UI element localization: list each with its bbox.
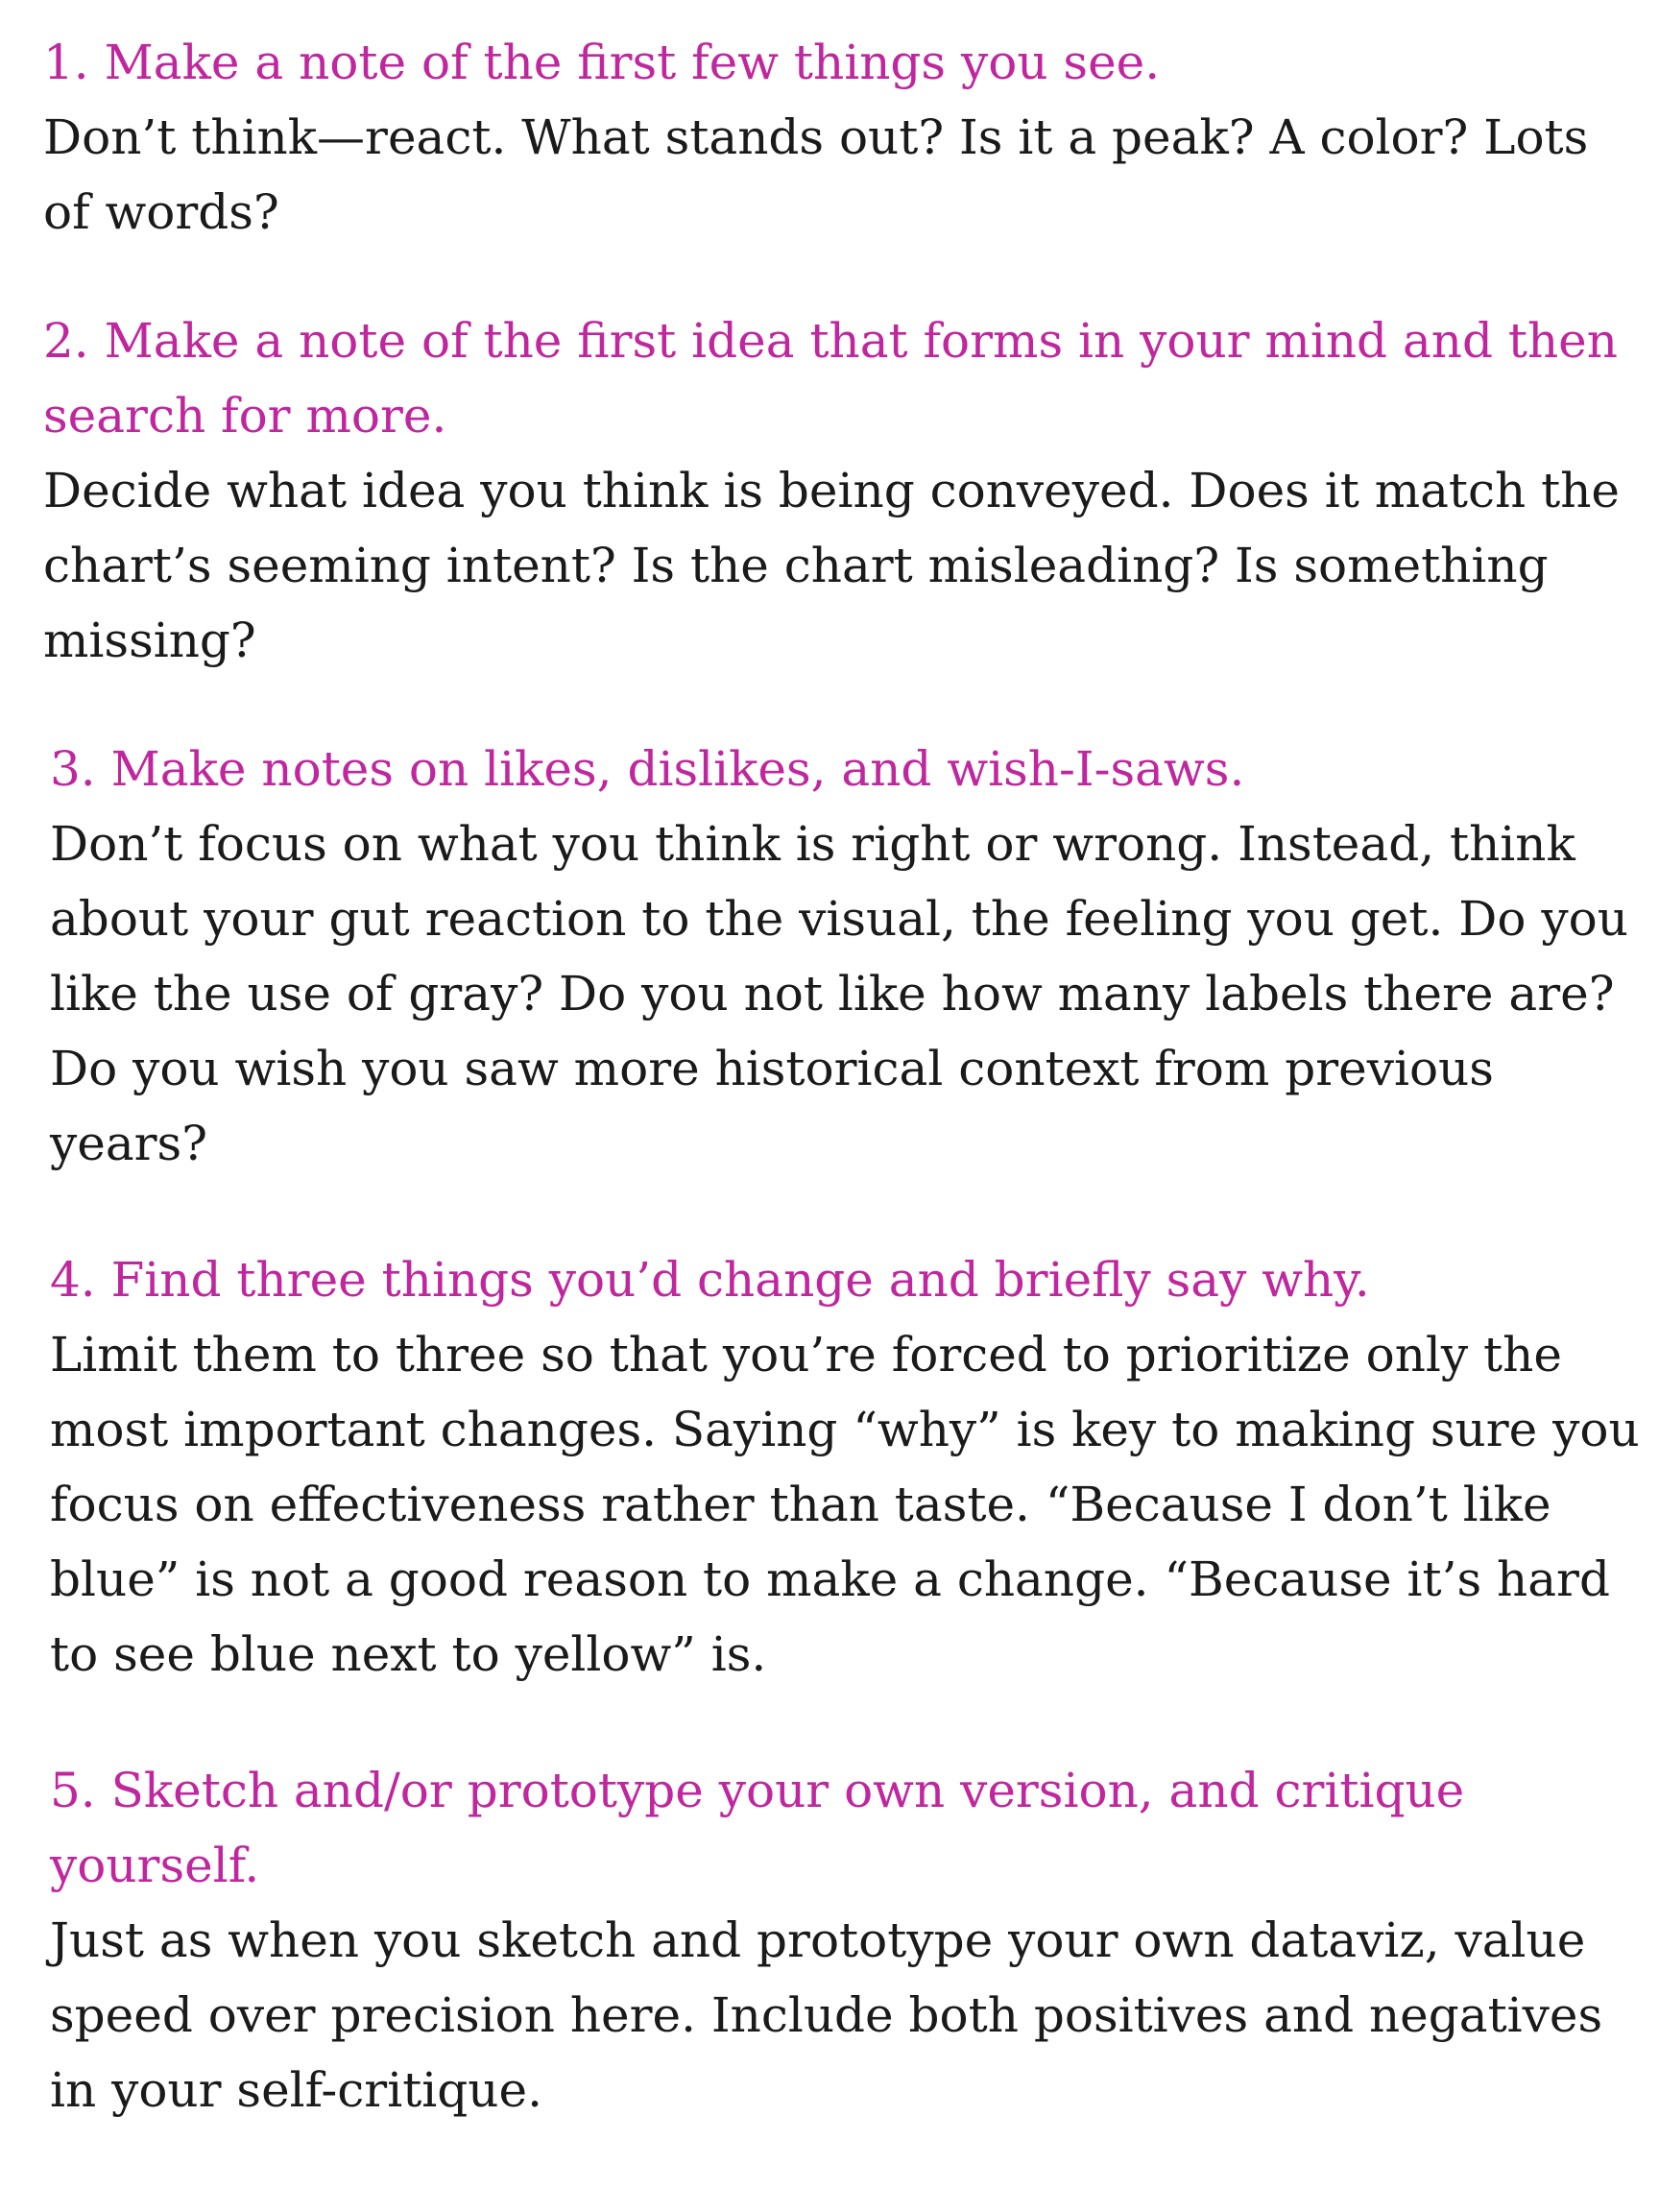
critique-steps-page: 1. Make a note of the first few things y… bbox=[0, 0, 1659, 2212]
step-3-heading: 3. Make notes on likes, dislikes, and wi… bbox=[50, 741, 1245, 797]
step-3-body: Don’t focus on what you think is right o… bbox=[50, 816, 1628, 1171]
step-4: 4. Find three things you’d change and br… bbox=[50, 1242, 1640, 1692]
step-2: 2. Make a note of the first idea that fo… bbox=[43, 303, 1620, 678]
step-5-heading: 5. Sketch and/or prototype your own vers… bbox=[50, 1763, 1465, 1893]
step-1: 1. Make a note of the first few things y… bbox=[43, 25, 1588, 250]
step-2-heading: 2. Make a note of the first idea that fo… bbox=[43, 313, 1618, 444]
step-5-body: Just as when you sketch and prototype yo… bbox=[50, 1912, 1603, 2118]
step-1-body: Don’t think—react. What stands out? Is i… bbox=[43, 109, 1589, 240]
step-5: 5. Sketch and/or prototype your own vers… bbox=[50, 1753, 1602, 2128]
step-4-body: Limit them to three so that you’re force… bbox=[50, 1327, 1640, 1682]
step-3: 3. Make notes on likes, dislikes, and wi… bbox=[50, 732, 1628, 1181]
step-1-heading: 1. Make a note of the first few things y… bbox=[43, 35, 1161, 90]
step-2-body: Decide what idea you think is being conv… bbox=[43, 463, 1620, 668]
step-4-heading: 4. Find three things you’d change and br… bbox=[50, 1252, 1370, 1308]
